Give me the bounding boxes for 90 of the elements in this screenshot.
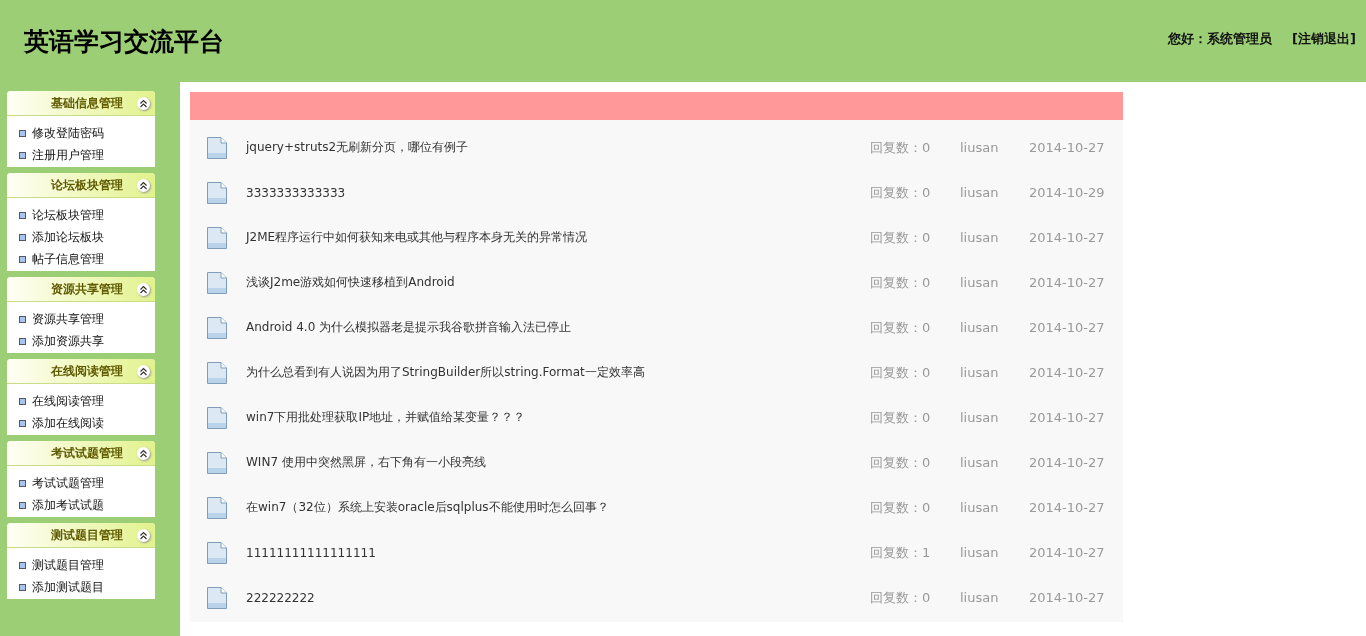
post-title-link[interactable]: J2ME程序运行中如何获知来电或其他与程序本身无关的异常情况 — [246, 229, 870, 246]
post-date: 2014-10-27 — [1029, 500, 1106, 515]
bullet-icon — [19, 561, 26, 569]
author-name: liusan — [960, 410, 1000, 425]
greeting-text: 您好：系统管理员 — [1168, 30, 1273, 48]
collapse-icon[interactable] — [137, 282, 150, 296]
menu-link[interactable]: 添加资源共享 — [32, 332, 104, 350]
author-name: liusan — [960, 185, 1000, 200]
bullet-icon — [19, 129, 26, 137]
reply-count: 回复数：0 — [870, 498, 932, 517]
menu-link[interactable]: 添加在线阅读 — [32, 414, 104, 432]
post-title-link[interactable]: 在win7（32位）系统上安装oracle后sqlplus不能使用时怎么回事？ — [246, 499, 870, 516]
post-date: 2014-10-27 — [1029, 455, 1106, 470]
post-date: 2014-10-27 — [1029, 230, 1106, 245]
reply-count: 回复数：1 — [870, 543, 932, 562]
document-icon — [206, 135, 228, 160]
bullet-icon — [19, 233, 26, 241]
post-date: 2014-10-27 — [1029, 320, 1106, 335]
reply-count: 回复数：0 — [870, 138, 932, 157]
author-name: liusan — [960, 320, 1000, 335]
post-date: 2014-10-27 — [1029, 275, 1106, 290]
bullet-icon — [19, 479, 26, 487]
document-icon — [206, 180, 228, 205]
post-title-link[interactable]: 浅谈J2me游戏如何快速移植到Android — [246, 274, 870, 291]
reply-count: 回复数：0 — [870, 273, 932, 292]
collapse-icon[interactable] — [137, 96, 150, 110]
post-title-link[interactable]: 为什么总看到有人说因为用了StringBuilder所以string.Format一定效率高 — [246, 364, 870, 381]
post-title-link[interactable]: jquery+struts2无刷新分页，哪位有例子 — [246, 139, 870, 156]
document-icon — [206, 540, 228, 565]
menu-link[interactable]: 添加考试试题 — [32, 496, 104, 514]
bullet-icon — [19, 255, 26, 263]
post-title-link[interactable]: 3333333333333 — [246, 185, 870, 200]
menu-link[interactable]: 注册用户管理 — [32, 146, 104, 164]
logout-link[interactable]: [注销退出] — [1292, 30, 1356, 48]
bullet-icon — [19, 315, 26, 323]
collapse-icon[interactable] — [137, 178, 150, 192]
post-title-link[interactable]: 222222222 — [246, 590, 870, 605]
document-icon — [206, 225, 228, 250]
bullet-icon — [19, 211, 26, 219]
menu-link[interactable]: 修改登陆密码 — [32, 124, 104, 142]
reply-count: 回复数：0 — [870, 318, 932, 337]
bullet-icon — [19, 419, 26, 427]
menu-link[interactable]: 考试试题管理 — [32, 474, 104, 492]
bullet-icon — [19, 501, 26, 509]
collapse-icon[interactable] — [137, 446, 150, 460]
document-icon — [206, 405, 228, 430]
post-date: 2014-10-27 — [1029, 590, 1106, 605]
bullet-icon — [19, 151, 26, 159]
collapse-icon[interactable] — [137, 364, 150, 378]
bullet-icon — [19, 397, 26, 405]
reply-count: 回复数：0 — [870, 453, 932, 472]
menu-link[interactable]: 添加论坛板块 — [32, 228, 104, 246]
post-title-link[interactable]: win7下用批处理获取IP地址，并赋值给某变量？？？ — [246, 409, 870, 426]
post-date: 2014-10-27 — [1029, 545, 1106, 560]
reply-count: 回复数：0 — [870, 408, 932, 427]
author-name: liusan — [960, 500, 1000, 515]
menu-link[interactable]: 在线阅读管理 — [32, 392, 104, 410]
menu-link[interactable]: 论坛板块管理 — [32, 206, 104, 224]
reply-count: 回复数：0 — [870, 363, 932, 382]
bullet-icon — [19, 583, 26, 591]
author-name: liusan — [960, 455, 1000, 470]
document-icon — [206, 495, 228, 520]
author-name: liusan — [960, 590, 1000, 605]
author-name: liusan — [960, 140, 1000, 155]
document-icon — [206, 270, 228, 295]
bullet-icon — [19, 337, 26, 345]
reply-count: 回复数：0 — [870, 588, 932, 607]
document-icon — [206, 360, 228, 385]
menu-link[interactable]: 添加测试题目 — [32, 578, 104, 596]
site-title: 英语学习交流平台 — [24, 25, 224, 58]
post-date: 2014-10-27 — [1029, 410, 1106, 425]
reply-count: 回复数：0 — [870, 228, 932, 247]
menu-link[interactable]: 测试题目管理 — [32, 556, 104, 574]
author-name: liusan — [960, 545, 1000, 560]
document-icon — [206, 585, 228, 610]
menu-link[interactable]: 资源共享管理 — [32, 310, 104, 328]
reply-count: 回复数：0 — [870, 183, 932, 202]
collapse-icon[interactable] — [137, 528, 150, 542]
document-icon — [206, 315, 228, 340]
author-name: liusan — [960, 365, 1000, 380]
post-date: 2014-10-29 — [1029, 185, 1106, 200]
post-date: 2014-10-27 — [1029, 365, 1106, 380]
author-name: liusan — [960, 275, 1000, 290]
post-title-link[interactable]: 11111111111111111 — [246, 545, 870, 560]
menu-link[interactable]: 帖子信息管理 — [32, 250, 104, 268]
document-icon — [206, 450, 228, 475]
post-title-link[interactable]: Android 4.0 为什么模拟器老是提示我谷歌拼音输入法已停止 — [246, 319, 870, 336]
post-title-link[interactable]: WIN7 使用中突然黑屏，右下角有一小段亮线 — [246, 454, 870, 471]
post-date: 2014-10-27 — [1029, 140, 1106, 155]
author-name: liusan — [960, 230, 1000, 245]
